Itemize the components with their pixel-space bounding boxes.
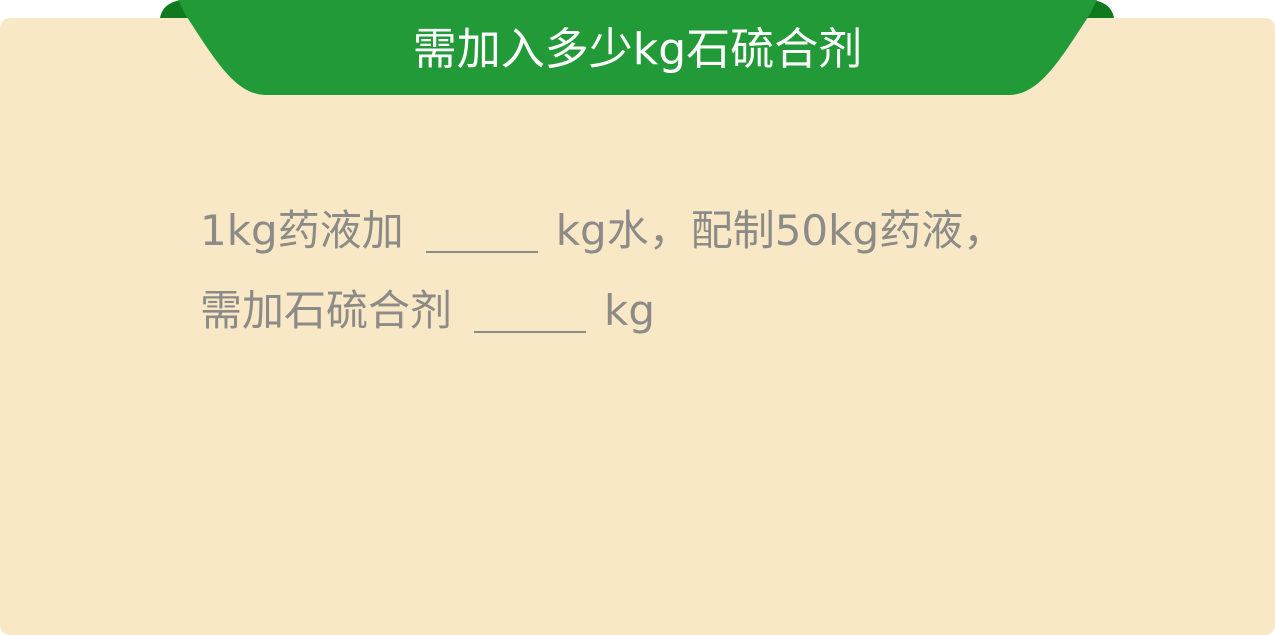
question-line-1-end: kg水，配制50kg药液，: [555, 206, 1006, 255]
page-title: 需加入多少kg石硫合剂: [412, 24, 863, 75]
question-line-1: 1kg药液加 kg水，配制50kg药液，: [200, 200, 1160, 262]
water-amount-blank: [425, 211, 538, 253]
question-line-2-end: kg: [604, 286, 655, 335]
worksheet-panel: 需加入多少kg石硫合剂 1kg药液加 kg水，配制50kg药液， 需加石硫合剂 kg: [0, 0, 1275, 635]
question-line-2-start: 需加石硫合剂: [200, 286, 453, 335]
question-line-1-start: 1kg药液加: [200, 206, 404, 255]
question-line-2: 需加石硫合剂 kg: [200, 280, 1160, 342]
question-text: 1kg药液加 kg水，配制50kg药液， 需加石硫合剂 kg: [200, 200, 1160, 360]
lime-sulfur-amount-blank: [474, 291, 587, 333]
